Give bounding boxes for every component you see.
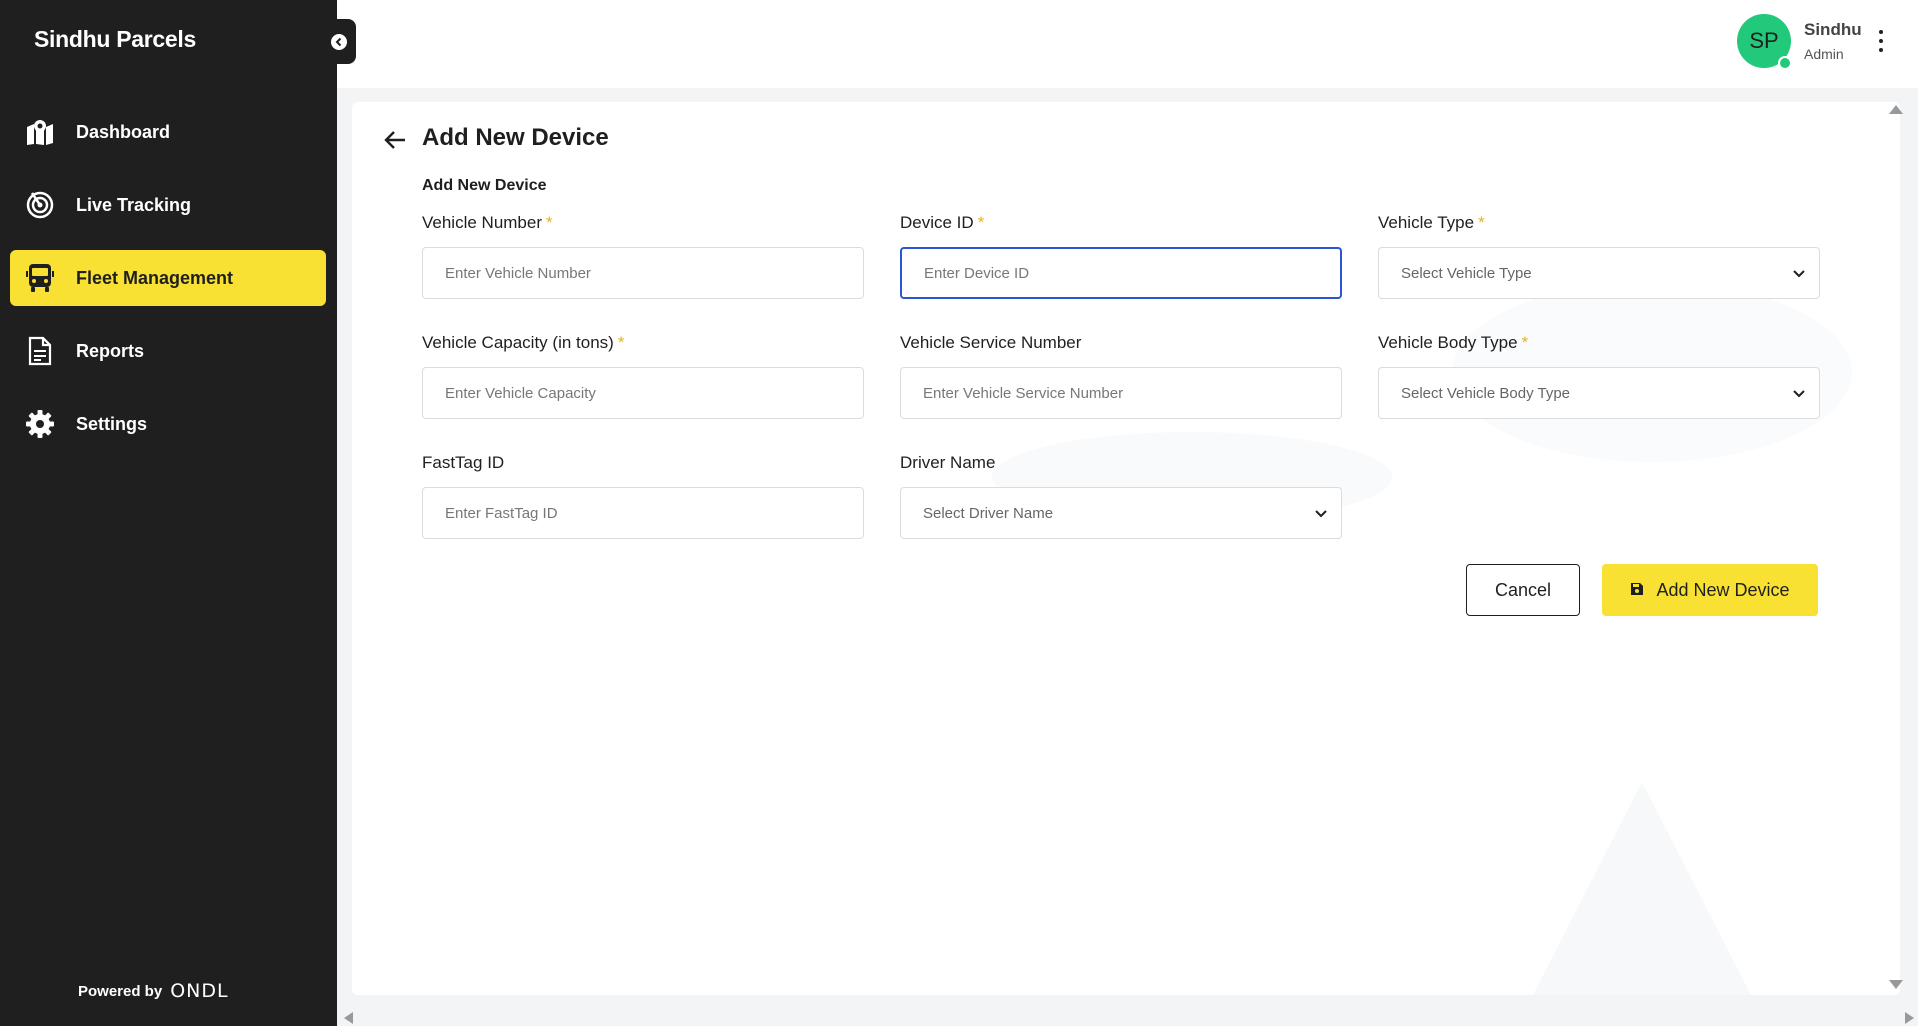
driver-name-select[interactable]: Select Driver Name (900, 487, 1342, 539)
user-name: Sindhu (1804, 20, 1862, 39)
back-arrow-icon[interactable] (380, 125, 410, 155)
vehicle-body-type-select[interactable]: Select Vehicle Body Type (1378, 367, 1820, 419)
online-status-dot (1778, 56, 1792, 70)
chevron-down-icon (1793, 265, 1805, 282)
vehicle-type-selected: Select Vehicle Type (1401, 264, 1532, 282)
sidebar-item-settings[interactable]: Settings (10, 396, 326, 452)
fasttag-id-input[interactable] (422, 487, 864, 539)
powered-by: Powered by ONDL (78, 980, 229, 1002)
vehicle-capacity-field: Vehicle Capacity (in tons) * (422, 333, 864, 419)
scroll-down-arrow[interactable] (1889, 980, 1903, 989)
sidebar-item-live-tracking[interactable]: Live Tracking (10, 177, 326, 233)
scroll-right-arrow[interactable] (1905, 1012, 1914, 1024)
powered-by-text: Powered by (78, 982, 163, 1000)
vehicle-number-input[interactable] (422, 247, 864, 299)
sidebar-item-label: Dashboard (76, 121, 171, 142)
sidebar-item-label: Reports (76, 340, 145, 361)
vehicle-number-field: Vehicle Number * (422, 213, 864, 299)
vehicle-body-type-label: Vehicle Body Type * (1378, 333, 1529, 352)
sidebar-item-dashboard[interactable]: Dashboard (10, 104, 326, 160)
sidebar-item-label: Live Tracking (76, 194, 192, 215)
map-pin-icon (24, 116, 56, 148)
background-triangle (1533, 782, 1751, 995)
fasttag-id-label: FastTag ID (422, 453, 505, 472)
bus-icon (24, 262, 56, 294)
driver-name-label: Driver Name (900, 453, 996, 472)
gear-icon (24, 408, 56, 440)
more-options-icon[interactable] (1876, 30, 1886, 52)
radar-icon (24, 189, 56, 221)
chevron-down-icon (1793, 385, 1805, 402)
vehicle-type-label: Vehicle Type * (1378, 213, 1485, 232)
sidebar: Sindhu Parcels Dashboard Live Tracking F… (0, 0, 337, 1026)
chevron-left-icon (330, 33, 347, 50)
add-new-device-button[interactable]: Add New Device (1602, 564, 1818, 616)
sidebar-nav: Dashboard Live Tracking Fleet Management… (10, 104, 326, 469)
sidebar-item-fleet-management[interactable]: Fleet Management (10, 250, 326, 306)
vehicle-type-select[interactable]: Select Vehicle Type (1378, 247, 1820, 299)
device-id-input[interactable] (900, 247, 1342, 299)
vehicle-body-type-field: Vehicle Body Type * Select Vehicle Body T… (1378, 333, 1820, 419)
driver-name-field: Driver Name Select Driver Name (900, 453, 1342, 539)
sidebar-item-label: Settings (76, 413, 148, 434)
cancel-button[interactable]: Cancel (1466, 564, 1580, 616)
sidebar-item-reports[interactable]: Reports (10, 323, 326, 379)
vehicle-type-field: Vehicle Type * Select Vehicle Type (1378, 213, 1820, 299)
section-title: Add New Device (422, 177, 547, 194)
save-icon (1630, 580, 1644, 601)
brand-name: Sindhu Parcels (34, 26, 196, 52)
vehicle-service-number-input[interactable] (900, 367, 1342, 419)
sidebar-item-label: Fleet Management (76, 267, 234, 288)
vehicle-capacity-label: Vehicle Capacity (in tons) * (422, 333, 625, 352)
device-id-field: Device ID * (900, 213, 1342, 299)
form-card: Add New Device Add New Device Vehicle Nu… (352, 102, 1900, 995)
document-icon (24, 335, 56, 367)
scroll-left-arrow[interactable] (344, 1012, 353, 1024)
device-id-label: Device ID * (900, 213, 985, 232)
vehicle-service-number-field: Vehicle Service Number (900, 333, 1342, 419)
add-new-device-label: Add New Device (1656, 579, 1790, 600)
fasttag-id-field: FastTag ID (422, 453, 864, 539)
scroll-up-arrow[interactable] (1889, 105, 1903, 114)
chevron-down-icon (1315, 505, 1327, 522)
vehicle-capacity-input[interactable] (422, 367, 864, 419)
vehicle-service-number-label: Vehicle Service Number (900, 333, 1082, 352)
top-bar (337, 0, 1918, 88)
sidebar-collapse-button[interactable] (321, 19, 356, 64)
vehicle-body-type-selected: Select Vehicle Body Type (1401, 384, 1570, 402)
ondl-logo: ONDL (170, 980, 229, 1002)
user-role: Admin (1804, 46, 1844, 62)
page-title: Add New Device (422, 124, 609, 151)
vehicle-number-label: Vehicle Number * (422, 213, 553, 232)
driver-name-selected: Select Driver Name (923, 504, 1054, 522)
